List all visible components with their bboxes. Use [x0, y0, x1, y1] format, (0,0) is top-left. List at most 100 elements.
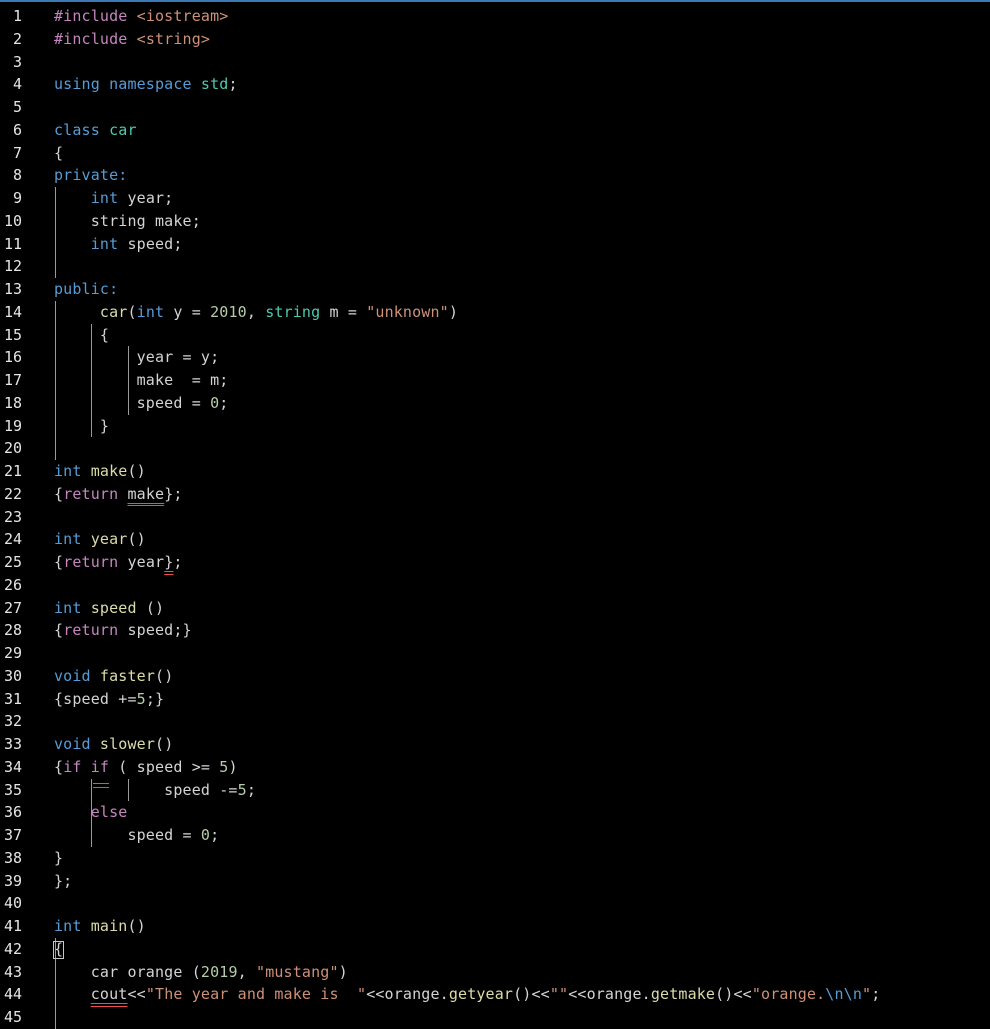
- code-line[interactable]: 6 class car: [0, 119, 990, 142]
- code-line[interactable]: 41 int main(): [0, 915, 990, 938]
- code-text[interactable]: {return speed;}: [54, 619, 192, 642]
- code-line[interactable]: 10 string make;: [0, 210, 990, 233]
- line-number: 14: [3, 302, 22, 321]
- code-token: year;: [118, 189, 174, 207]
- code-line[interactable]: 40: [0, 892, 990, 915]
- code-line[interactable]: 19 }: [0, 415, 990, 438]
- code-text[interactable]: int make(): [54, 460, 146, 483]
- code-line[interactable]: 8 private:: [0, 164, 990, 187]
- code-text[interactable]: };: [54, 870, 72, 893]
- code-text[interactable]: car orange (2019, "mustang"): [54, 961, 348, 984]
- code-text[interactable]: }: [54, 847, 63, 870]
- code-token: speed -=: [54, 780, 238, 799]
- code-line[interactable]: 9 int year;: [0, 187, 990, 210]
- code-line[interactable]: 32: [0, 710, 990, 733]
- code-token: ;: [219, 393, 229, 412]
- code-line[interactable]: 11 int speed;: [0, 233, 990, 256]
- code-line[interactable]: 23: [0, 506, 990, 529]
- line-number: 43: [3, 962, 22, 981]
- code-text[interactable]: {if if ( speed >= 5): [54, 756, 238, 779]
- code-line[interactable]: 30 void faster(): [0, 665, 990, 688]
- code-text[interactable]: car(int y = 2010, string m = "unknown"): [54, 301, 458, 324]
- code-text[interactable]: using namespace std;: [54, 73, 238, 96]
- code-line[interactable]: 20: [0, 437, 990, 460]
- code-token: year = y;: [54, 348, 220, 367]
- code-line[interactable]: 27 int speed (): [0, 597, 990, 620]
- code-line[interactable]: 31 {speed +=5;}: [0, 688, 990, 711]
- code-text[interactable]: {: [54, 324, 109, 347]
- line-number: 38: [3, 848, 22, 867]
- code-line[interactable]: 1 #include <iostream>: [0, 5, 990, 28]
- code-line[interactable]: 22 {return make};: [0, 483, 990, 506]
- code-text[interactable]: {: [54, 142, 63, 165]
- code-line[interactable]: 34 {if if ( speed >= 5): [0, 756, 990, 779]
- code-line[interactable]: 21 int make(): [0, 460, 990, 483]
- code-token: }: [54, 416, 110, 435]
- code-line[interactable]: 43 car orange (2019, "mustang"): [0, 961, 990, 984]
- code-token: {: [54, 143, 64, 162]
- code-line[interactable]: 24 int year(): [0, 528, 990, 551]
- code-line[interactable]: 29: [0, 642, 990, 665]
- line-number: 1: [12, 7, 22, 25]
- code-line[interactable]: 25 {return year};: [0, 551, 990, 574]
- code-text[interactable]: speed = 0;: [54, 824, 219, 847]
- code-text[interactable]: int main(): [54, 915, 146, 938]
- code-text[interactable]: {return make};: [54, 483, 183, 506]
- code-text[interactable]: void slower(): [54, 733, 173, 756]
- code-line[interactable]: 17 make = m;: [0, 369, 990, 392]
- code-text[interactable]: {speed +=5;}: [54, 688, 164, 711]
- code-text[interactable]: int year(): [54, 528, 146, 551]
- code-line[interactable]: 2 #include <string>: [0, 28, 990, 51]
- code-text[interactable]: {return year};: [54, 551, 183, 574]
- code-text[interactable]: public:: [54, 278, 118, 301]
- code-line[interactable]: 28 {return speed;}: [0, 619, 990, 642]
- code-line[interactable]: 42{: [0, 938, 990, 961]
- code-text[interactable]: int speed;: [54, 233, 183, 256]
- line-number: 4: [12, 75, 22, 94]
- code-text[interactable]: int year;: [54, 187, 173, 210]
- code-text[interactable]: void faster(): [54, 665, 173, 688]
- code-token: <<orange.: [366, 985, 449, 1004]
- code-line[interactable]: 13 public:: [0, 278, 990, 301]
- code-text[interactable]: cout<<"The year and make is "<<orange.ge…: [54, 983, 881, 1006]
- code-line[interactable]: 39};: [0, 870, 990, 893]
- code-line[interactable]: 3: [0, 51, 990, 74]
- code-line[interactable]: 36 else: [0, 801, 990, 824]
- code-line[interactable]: 44 cout<<"The year and make is "<<orange…: [0, 983, 990, 1006]
- code-token: int: [136, 302, 165, 321]
- code-line[interactable]: 15 {: [0, 324, 990, 347]
- code-text[interactable]: string make;: [54, 210, 201, 233]
- code-line[interactable]: 26: [0, 574, 990, 597]
- line-number: 33: [3, 735, 22, 753]
- code-text[interactable]: #include <string>: [54, 28, 210, 51]
- code-token: (): [155, 666, 174, 685]
- code-line[interactable]: 16 year = y;: [0, 346, 990, 369]
- code-line[interactable]: 12: [0, 255, 990, 278]
- code-line[interactable]: 38}: [0, 847, 990, 870]
- code-text[interactable]: speed -=5;: [54, 779, 256, 802]
- code-token: 0: [200, 826, 211, 844]
- code-line[interactable]: 5: [0, 96, 990, 119]
- code-line[interactable]: 7{: [0, 142, 990, 165]
- indent-guide: [55, 300, 56, 460]
- code-text[interactable]: #include <iostream>: [54, 5, 228, 28]
- code-line[interactable]: 14 car(int y = 2010, string m = "unknown…: [0, 301, 990, 324]
- code-editor[interactable]: 1 #include <iostream> 2 #include <string> 3 4…: [0, 5, 990, 1029]
- code-text[interactable]: make = m;: [54, 369, 229, 392]
- code-line[interactable]: 45: [0, 1006, 990, 1029]
- code-line[interactable]: 18 speed = 0;: [0, 392, 990, 415]
- line-number: 27: [3, 598, 22, 617]
- code-text[interactable]: int speed (): [54, 597, 164, 620]
- code-text[interactable]: }: [54, 415, 109, 438]
- code-token: speed =: [54, 393, 211, 412]
- code-text[interactable]: year = y;: [54, 346, 219, 369]
- code-line[interactable]: 33 void slower(): [0, 733, 990, 756]
- code-text[interactable]: speed = 0;: [54, 392, 229, 415]
- code-text[interactable]: class car: [54, 119, 137, 142]
- code-line[interactable]: 37 speed = 0;: [0, 824, 990, 847]
- code-line[interactable]: 35 speed -=5;: [0, 779, 990, 802]
- code-text[interactable]: private:: [54, 164, 127, 187]
- code-line[interactable]: 4 using namespace std;: [0, 73, 990, 96]
